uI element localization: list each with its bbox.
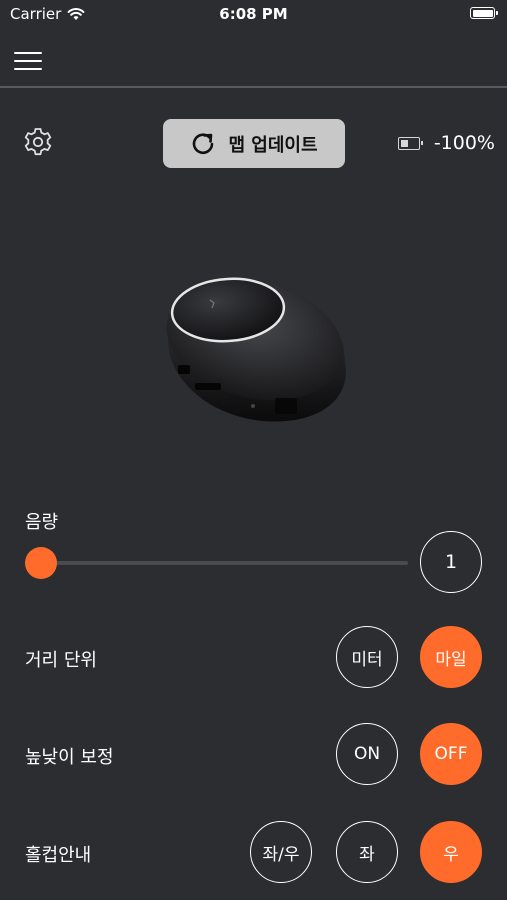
nav-divider: [0, 86, 507, 88]
hole-cup-left-button[interactable]: 좌: [336, 821, 398, 883]
hole-cup-right-button[interactable]: 우: [420, 821, 482, 883]
volume-slider-track[interactable]: [40, 561, 408, 565]
battery-status: -100%: [397, 132, 495, 154]
nav-bar: [0, 40, 507, 88]
gear-icon[interactable]: [22, 126, 54, 158]
status-time: 6:08 PM: [219, 5, 288, 23]
battery-icon: [397, 136, 423, 150]
hole-cup-both-button[interactable]: 좌/우: [250, 821, 312, 883]
battery-percent: -100%: [433, 132, 495, 154]
volume-label: 음량: [25, 512, 59, 533]
status-battery-icon: [470, 7, 498, 19]
menu-icon[interactable]: [14, 52, 42, 74]
refresh-icon: [193, 132, 214, 154]
volume-value: 1: [420, 531, 482, 593]
elevation-on-button[interactable]: ON: [336, 723, 398, 785]
volume-slider-thumb[interactable]: [25, 547, 57, 579]
status-bar: Carrier 6:08 PM: [0, 0, 507, 28]
map-update-label: 맵 업데이트: [228, 134, 318, 156]
map-update-button[interactable]: 맵 업데이트: [163, 119, 345, 168]
distance-unit-label: 거리 단위: [25, 650, 97, 671]
distance-mile-button[interactable]: 마일: [420, 626, 482, 688]
device-image: [166, 277, 346, 422]
distance-meter-button[interactable]: 미터: [336, 626, 398, 688]
elevation-correction-label: 높낮이 보정: [25, 747, 114, 768]
hole-cup-guide-label: 홀컵안내: [25, 845, 92, 866]
elevation-off-button[interactable]: OFF: [420, 723, 482, 785]
